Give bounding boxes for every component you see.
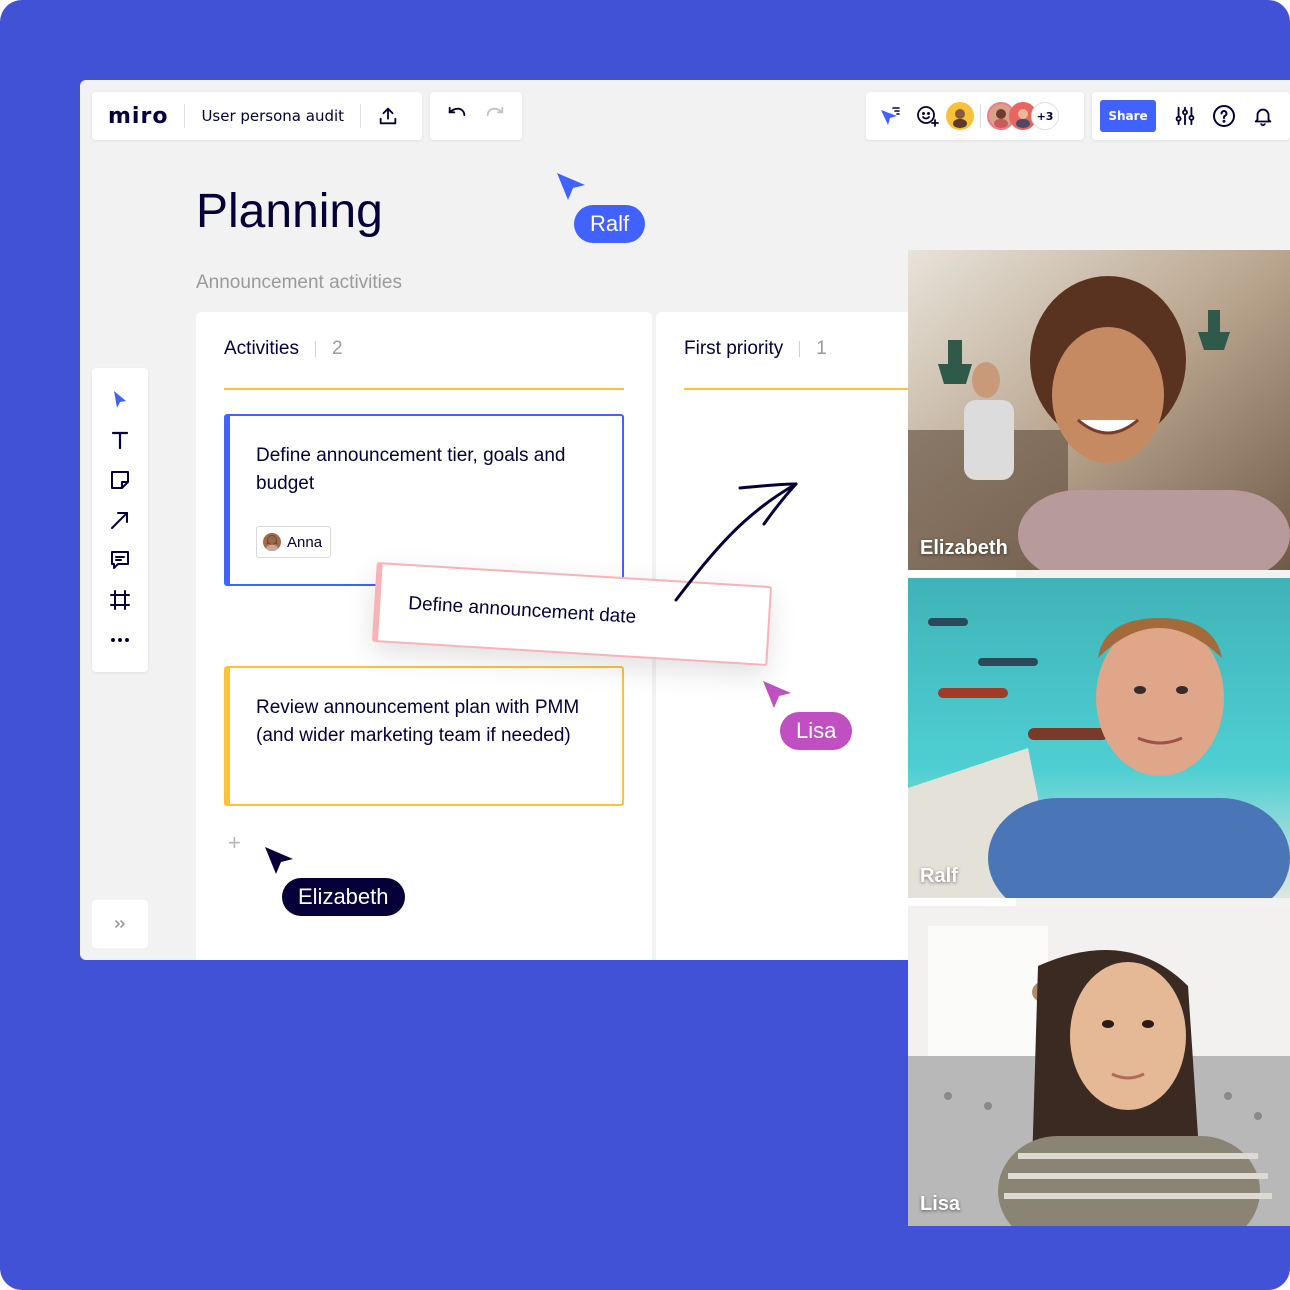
column-title: Activities — [224, 338, 299, 359]
share-button[interactable]: Share — [1100, 100, 1156, 132]
board-name[interactable]: User persona audit — [201, 107, 344, 125]
toolbar-divider — [184, 104, 186, 128]
lisa-cursor-icon — [763, 681, 791, 708]
upload-icon[interactable] — [377, 105, 399, 127]
video-feed-elizabeth — [908, 250, 1290, 570]
card-text: Review announcement plan with PMM (and w… — [256, 697, 580, 746]
column-header: First priority 1 — [684, 338, 827, 360]
more-collaborators-badge[interactable]: +3 — [1031, 102, 1059, 130]
column-header: Activities 2 — [224, 338, 343, 360]
video-participant-name: Ralf — [920, 865, 958, 887]
column-divider — [799, 341, 801, 357]
card-text: Define announcement tier, goals and budg… — [256, 445, 566, 494]
video-tile-lisa[interactable]: Lisa — [908, 906, 1290, 1226]
help-icon[interactable] — [1212, 104, 1236, 128]
video-feed-ralf — [908, 578, 1290, 898]
add-card-button[interactable]: + — [228, 830, 241, 856]
assignee-avatar — [263, 533, 281, 551]
video-tile-ralf[interactable]: Ralf — [908, 578, 1290, 898]
reaction-icon[interactable] — [916, 104, 940, 128]
ralf-cursor-icon — [557, 173, 585, 200]
sticky-note-icon[interactable] — [108, 468, 132, 492]
toolbar-divider — [980, 104, 981, 128]
cursor-label-elizabeth: Elizabeth — [282, 878, 405, 916]
card-text: Define announcement date — [407, 593, 637, 628]
drawn-arrow[interactable] — [670, 476, 810, 606]
elizabeth-cursor-icon — [265, 847, 293, 874]
board-toolbar: miro User persona audit — [92, 92, 422, 140]
miro-logo[interactable]: miro — [108, 104, 168, 129]
history-toolbar — [430, 92, 522, 140]
column-count: 2 — [331, 338, 343, 359]
arrow-icon[interactable] — [108, 508, 132, 532]
marketing-stage: miro User persona audit +3 Share Plannin… — [0, 0, 1290, 1290]
video-participant-name: Elizabeth — [920, 537, 1008, 559]
cursor-filter-icon[interactable] — [878, 104, 902, 128]
frame-icon[interactable] — [108, 588, 132, 612]
select-icon[interactable] — [108, 388, 132, 412]
bell-icon[interactable] — [1252, 105, 1274, 127]
column-title: First priority — [684, 338, 784, 359]
cursor-label-lisa: Lisa — [780, 712, 853, 750]
kanban-card[interactable]: Review announcement plan with PMM (and w… — [224, 666, 624, 806]
cursor-label-ralf: Ralf — [574, 205, 646, 243]
avatar[interactable] — [946, 102, 974, 130]
column-underline — [224, 388, 624, 390]
video-participant-name: Lisa — [920, 1193, 961, 1215]
column-count: 1 — [816, 338, 827, 359]
video-feed-lisa — [908, 906, 1290, 1226]
expand-icon[interactable] — [92, 900, 148, 948]
assignee-name: Anna — [287, 533, 323, 551]
column-divider — [314, 341, 316, 357]
tools-panel — [92, 368, 148, 672]
section-subtitle[interactable]: Announcement activities — [196, 272, 402, 294]
collaborators-toolbar: +3 — [866, 92, 1084, 140]
page-title[interactable]: Planning — [196, 184, 383, 239]
kanban-card[interactable]: Define announcement tier, goals and budg… — [224, 414, 624, 586]
redo-icon[interactable] — [484, 105, 506, 127]
assignee-tag[interactable]: Anna — [256, 526, 332, 558]
more-icon[interactable] — [108, 628, 132, 652]
text-icon[interactable] — [108, 428, 132, 452]
actions-toolbar: Share — [1092, 92, 1290, 140]
toolbar-divider — [360, 104, 362, 128]
settings-sliders-icon[interactable] — [1174, 105, 1196, 127]
comment-icon[interactable] — [108, 548, 132, 572]
video-tile-elizabeth[interactable]: Elizabeth — [908, 250, 1290, 570]
undo-icon[interactable] — [446, 105, 468, 127]
